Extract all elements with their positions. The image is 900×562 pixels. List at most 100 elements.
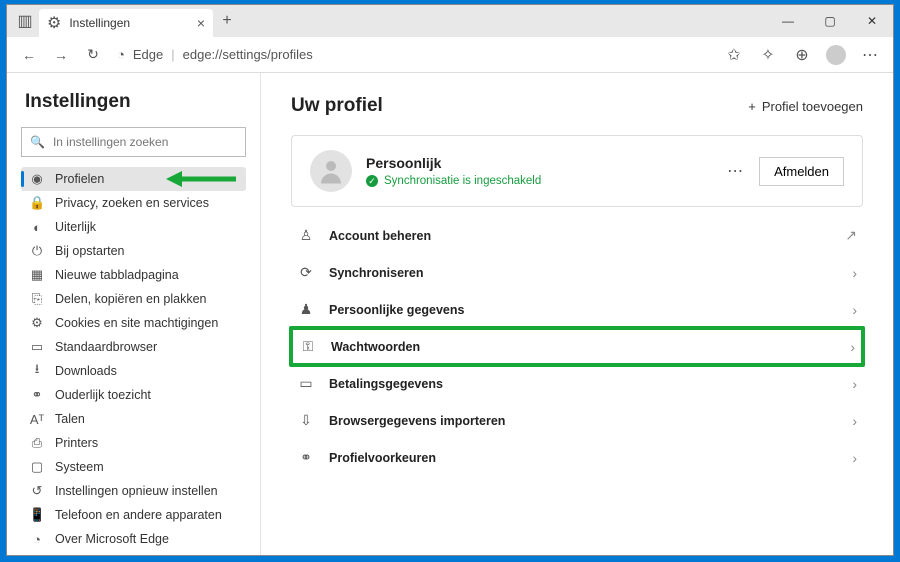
toolbar: ← → ↻ ◔ Edge | edge://settings/profiles … bbox=[7, 37, 893, 73]
profile-icon: ◉ bbox=[29, 171, 45, 187]
address-bar[interactable]: ◔ Edge | edge://settings/profiles bbox=[111, 47, 715, 62]
reset-icon: ↺ bbox=[29, 483, 45, 499]
sidebar: Instellingen 🔍 ◉ Profielen 🔒Privacy, zoe… bbox=[7, 73, 261, 555]
close-icon[interactable]: × bbox=[197, 15, 205, 31]
sidebar-item-share[interactable]: ⎘ Delen, kopiëren en plakken bbox=[21, 287, 246, 311]
annotation-highlight-box: ⚿ Wachtwoorden › bbox=[289, 326, 865, 367]
external-link-icon: ↗ bbox=[845, 227, 857, 244]
menu-label: Persoonlijke gegevens bbox=[329, 303, 838, 317]
chevron-right-icon: › bbox=[852, 265, 857, 281]
sidebar-item-label: Delen, kopiëren en plakken bbox=[55, 292, 207, 306]
sidebar-item-uiterlijk[interactable]: ◐Uiterlijk bbox=[21, 215, 246, 239]
sidebar-item-privacy[interactable]: 🔒Privacy, zoeken en services bbox=[21, 191, 246, 215]
menu-betalingsgegevens[interactable]: ▭ Betalingsgegevens › bbox=[291, 365, 863, 402]
separator: | bbox=[171, 47, 174, 62]
maximize-button[interactable]: ▢ bbox=[809, 5, 851, 37]
sidebar-item-label: Printers bbox=[55, 436, 98, 450]
check-icon: ✓ bbox=[366, 175, 378, 187]
sidebar-item-talen[interactable]: AᵀTalen bbox=[21, 407, 246, 431]
edge-icon: ◔ bbox=[29, 532, 45, 547]
browser-icon: ▭ bbox=[29, 339, 45, 355]
sidebar-item-downloads[interactable]: ⭳Downloads bbox=[21, 359, 246, 383]
add-profile-label: Profiel toevoegen bbox=[762, 99, 863, 114]
tab-title: Instellingen bbox=[69, 16, 188, 30]
content: Instellingen 🔍 ◉ Profielen 🔒Privacy, zoe… bbox=[7, 73, 893, 555]
forward-button[interactable]: → bbox=[47, 41, 75, 69]
chevron-right-icon: › bbox=[852, 376, 857, 392]
signout-button[interactable]: Afmelden bbox=[759, 157, 844, 186]
sidebar-item-opstarten[interactable]: ⏻Bij opstarten bbox=[21, 239, 246, 263]
sidebar-item-systeem[interactable]: ▢ Systeem bbox=[21, 455, 246, 479]
menu-importeren[interactable]: ⇩ Browsergegevens importeren › bbox=[291, 402, 863, 439]
close-window-button[interactable]: ✕ bbox=[851, 5, 893, 37]
search-icon: 🔍 bbox=[30, 135, 45, 149]
menu-label: Browsergegevens importeren bbox=[329, 414, 838, 428]
chevron-right-icon: › bbox=[852, 302, 857, 318]
sidebar-item-family[interactable]: ⚭ Ouderlijk toezicht bbox=[21, 383, 246, 407]
menu-wachtwoorden[interactable]: ⚿ Wachtwoorden › bbox=[293, 330, 861, 363]
download-icon: ⭳ bbox=[29, 360, 45, 382]
sidebar-item-reset[interactable]: ↺ Instellingen opnieuw instellen bbox=[21, 479, 246, 503]
person-data-icon: ♟ bbox=[297, 301, 315, 318]
menu-label: Betalingsgegevens bbox=[329, 377, 838, 391]
sidebar-item-label: Standaardbrowser bbox=[55, 340, 157, 354]
sidebar-item-label: Uiterlijk bbox=[55, 220, 96, 234]
menu-persoonlijke-gegevens[interactable]: ♟ Persoonlijke gegevens › bbox=[291, 291, 863, 328]
family-icon: ⚭ bbox=[29, 387, 45, 403]
sidebar-item-label: Nieuwe tabbladpagina bbox=[55, 268, 179, 282]
sidebar-item-label: Ouderlijk toezicht bbox=[55, 388, 151, 402]
favorites-icon[interactable]: ✧ bbox=[753, 41, 783, 69]
sidebar-item-printers[interactable]: ⎙Printers bbox=[21, 431, 246, 455]
browser-window: ▥ ⚙ Instellingen × + — ▢ ✕ ← → ↻ ◔ Edge … bbox=[6, 4, 894, 556]
favorites-add-icon[interactable]: ✩ bbox=[719, 41, 749, 69]
sync-icon: ⟳ bbox=[297, 264, 315, 281]
power-icon: ⏻ bbox=[29, 243, 45, 259]
sidebar-item-label: Instellingen opnieuw instellen bbox=[55, 484, 218, 498]
url-text: edge://settings/profiles bbox=[183, 47, 313, 62]
search-input[interactable] bbox=[53, 135, 237, 149]
sidebar-item-profielen[interactable]: ◉ Profielen bbox=[21, 167, 246, 191]
tabs-menu-icon[interactable]: ▥ bbox=[11, 11, 39, 31]
sidebar-item-defaultbrowser[interactable]: ▭ Standaardbrowser bbox=[21, 335, 246, 359]
cookies-icon: ⚙ bbox=[29, 315, 45, 331]
sidebar-search[interactable]: 🔍 bbox=[21, 127, 246, 157]
back-button[interactable]: ← bbox=[15, 41, 43, 69]
tab-strip: ▥ ⚙ Instellingen × + bbox=[7, 5, 241, 37]
add-profile-button[interactable]: + Profiel toevoegen bbox=[748, 99, 863, 114]
tab-settings[interactable]: ⚙ Instellingen × bbox=[39, 9, 213, 37]
sync-status-text: Synchronisatie is ingeschakeld bbox=[384, 175, 541, 187]
new-tab-button[interactable]: + bbox=[213, 12, 241, 30]
refresh-button[interactable]: ↻ bbox=[79, 41, 107, 69]
menu-synchroniseren[interactable]: ⟳ Synchroniseren › bbox=[291, 254, 863, 291]
sidebar-item-label: Systeem bbox=[55, 460, 104, 474]
page-title: Uw profiel bbox=[291, 95, 383, 117]
minimize-button[interactable]: — bbox=[767, 5, 809, 37]
menu-label: Account beheren bbox=[329, 229, 831, 243]
sidebar-item-cookies[interactable]: ⚙Cookies en site machtigingen bbox=[21, 311, 246, 335]
window-controls: — ▢ ✕ bbox=[767, 5, 893, 37]
titlebar: ▥ ⚙ Instellingen × + — ▢ ✕ bbox=[7, 5, 893, 37]
people-icon: ⚭ bbox=[297, 449, 315, 466]
menu-label: Profielvoorkeuren bbox=[329, 451, 838, 465]
person-icon bbox=[316, 156, 346, 186]
brand-label: Edge bbox=[133, 47, 163, 62]
profile-more-button[interactable]: ⋯ bbox=[727, 161, 745, 181]
profile-avatar[interactable] bbox=[821, 41, 851, 69]
sidebar-item-phone[interactable]: 📱Telefoon en andere apparaten bbox=[21, 503, 246, 527]
sidebar-item-label: Over Microsoft Edge bbox=[55, 532, 169, 546]
language-icon: Aᵀ bbox=[29, 412, 45, 427]
menu-label: Synchroniseren bbox=[329, 266, 838, 280]
more-menu-icon[interactable]: ⋯ bbox=[855, 41, 885, 69]
sidebar-item-about[interactable]: ◔ Over Microsoft Edge bbox=[21, 527, 246, 551]
system-icon: ▢ bbox=[29, 459, 45, 475]
profile-info: Persoonlijk ✓ Synchronisatie is ingescha… bbox=[366, 155, 713, 187]
profile-card: Persoonlijk ✓ Synchronisatie is ingescha… bbox=[291, 135, 863, 207]
menu-profielvoorkeuren[interactable]: ⚭ Profielvoorkeuren › bbox=[291, 439, 863, 476]
share-icon: ⎘ bbox=[29, 291, 45, 307]
sync-status: ✓ Synchronisatie is ingeschakeld bbox=[366, 175, 713, 187]
annotation-arrow-icon bbox=[166, 169, 236, 189]
menu-account-beheren[interactable]: ♙ Account beheren ↗ bbox=[291, 217, 863, 254]
sidebar-item-newtab[interactable]: ▦Nieuwe tabbladpagina bbox=[21, 263, 246, 287]
collections-icon[interactable]: ⊕ bbox=[787, 41, 817, 69]
sidebar-title: Instellingen bbox=[21, 91, 246, 113]
